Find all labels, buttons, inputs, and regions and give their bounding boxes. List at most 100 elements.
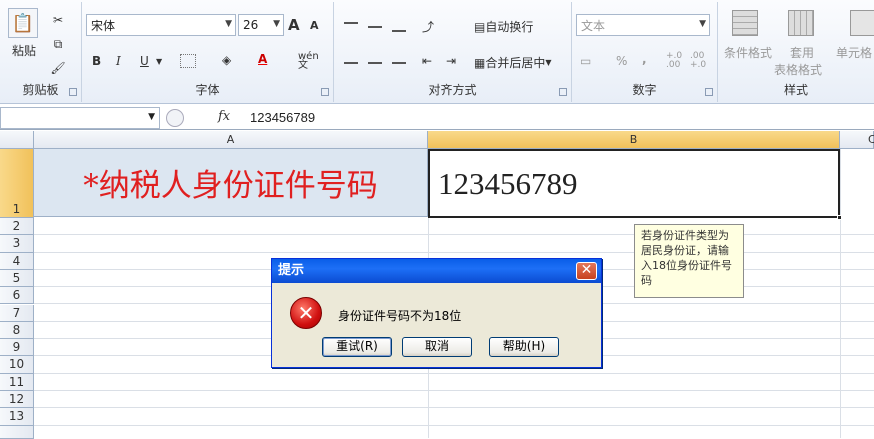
row-header-11[interactable]: 11 — [0, 373, 34, 391]
align-top-icon[interactable] — [344, 22, 358, 24]
column-gridline — [840, 149, 841, 438]
column-header-a[interactable]: A — [34, 131, 428, 149]
merge-center-button[interactable]: ▦ 合并后居中 ▼ — [474, 54, 552, 71]
cut-icon[interactable]: ✂ — [50, 12, 66, 28]
phonetic-button[interactable]: wén 文 — [298, 52, 319, 71]
conditional-format-button[interactable]: 条件格式 — [722, 44, 774, 61]
alignment-launcher-icon[interactable] — [559, 88, 567, 96]
help-button[interactable]: 帮助(H) — [489, 337, 559, 357]
number-format-value: 文本 — [581, 18, 606, 33]
paste-icon[interactable]: 📋 — [8, 8, 38, 38]
format-painter-icon[interactable]: 🖌 — [50, 60, 66, 76]
dialog-title: 提示 — [272, 259, 601, 283]
row-header-8[interactable]: 8 — [0, 321, 34, 340]
align-left-icon[interactable] — [344, 62, 358, 64]
increase-indent-icon[interactable]: ⇥ — [446, 54, 456, 68]
align-bottom-icon[interactable] — [392, 30, 406, 32]
row-header-7[interactable]: 7 — [0, 304, 34, 322]
row-header-9[interactable]: 9 — [0, 339, 34, 357]
wrap-text-icon: ▤ — [474, 19, 486, 34]
error-icon: ✕ — [290, 297, 322, 329]
font-launcher-icon[interactable] — [321, 88, 329, 96]
merge-icon: ▦ — [474, 55, 486, 70]
grow-font-button[interactable]: A — [288, 16, 300, 34]
dialog-message: 身份证件号码不为18位 — [338, 309, 462, 323]
currency-icon[interactable]: ▭ — [580, 54, 591, 68]
grid-row — [34, 391, 874, 409]
conditional-format-icon[interactable] — [732, 10, 758, 36]
formula-input[interactable]: 123456789 — [250, 110, 315, 125]
decrease-indent-icon[interactable]: ⇤ — [422, 54, 432, 68]
chevron-down-icon: ▼ — [699, 19, 706, 29]
align-middle-icon[interactable] — [368, 26, 382, 28]
styles-label: 样式 — [783, 83, 808, 97]
ribbon: 📋 粘贴 ✂ ⧉ 🖌 剪贴板 宋体 ▼ 26 ▼ A A B I U ▼ ◈ A w… — [0, 0, 874, 104]
shrink-font-button[interactable]: A — [310, 19, 319, 32]
grid-row — [34, 374, 874, 391]
name-box[interactable]: ▼ — [0, 107, 160, 129]
clipboard-launcher-icon[interactable] — [69, 88, 77, 96]
paste-button[interactable]: 粘贴 — [6, 42, 42, 59]
formula-bar-splitter-icon[interactable] — [166, 109, 184, 127]
increase-decimal-button[interactable]: +.0 .00 — [666, 52, 682, 70]
clipboard-group: 📋 粘贴 ✂ ⧉ 🖌 剪贴板 — [0, 2, 82, 102]
formula-bar: ▼ fx 123456789 — [0, 106, 874, 130]
borders-icon[interactable] — [180, 54, 196, 68]
orientation-icon[interactable]: ⤴ — [422, 18, 434, 35]
wrap-text-button[interactable]: ▤ 自动换行 — [474, 18, 533, 35]
row-header-1[interactable]: 1 — [0, 149, 34, 218]
cell-style-icon[interactable] — [850, 10, 874, 36]
font-name-value: 宋体 — [91, 18, 116, 33]
table-format-button-line2[interactable]: 表格格式 — [774, 61, 822, 78]
number-format-select[interactable]: 文本 ▼ — [576, 14, 710, 36]
column-header-c[interactable]: C — [840, 131, 874, 149]
grid-row — [34, 235, 874, 253]
underline-button[interactable]: U — [140, 54, 149, 68]
font-group: 宋体 ▼ 26 ▼ A A B I U ▼ ◈ A wén 文 字体 — [82, 2, 334, 102]
chevron-down-icon[interactable]: ▼ — [156, 57, 162, 66]
fill-color-icon[interactable]: ◈ — [222, 53, 231, 67]
italic-button[interactable]: I — [116, 54, 121, 68]
styles-group: 条件格式 套用 表格格式 单元格 样式 — [718, 2, 874, 102]
row-header-2[interactable]: 2 — [0, 218, 34, 236]
fill-handle[interactable] — [837, 215, 842, 220]
alignment-group: ⤴ ▤ 自动换行 ⇤ ⇥ ▦ 合并后居中 ▼ 对齐方式 — [334, 2, 572, 102]
retry-button[interactable]: 重试(R) — [322, 337, 392, 357]
select-all-corner[interactable] — [0, 131, 34, 149]
row-header-3[interactable]: 3 — [0, 235, 34, 253]
percent-button[interactable]: % — [616, 54, 627, 68]
table-format-icon[interactable] — [788, 10, 814, 36]
row-header-6[interactable]: 6 — [0, 287, 34, 305]
close-icon[interactable]: ✕ — [576, 262, 597, 280]
font-color-button[interactable]: A — [258, 52, 267, 66]
align-center-icon[interactable] — [368, 62, 382, 64]
font-size-select[interactable]: 26 ▼ — [238, 14, 284, 36]
row-header-4[interactable]: 4 — [0, 252, 34, 270]
chevron-down-icon: ▼ — [148, 112, 155, 122]
column-header-b[interactable]: B — [428, 131, 840, 149]
cancel-button[interactable]: 取消 — [402, 337, 472, 357]
grid-row — [34, 218, 874, 236]
copy-icon[interactable]: ⧉ — [50, 36, 66, 52]
font-name-select[interactable]: 宋体 ▼ — [86, 14, 236, 36]
cell-style-button[interactable]: 单元格 — [836, 44, 872, 61]
number-launcher-icon[interactable] — [705, 88, 713, 96]
row-header-14[interactable] — [0, 425, 34, 439]
alert-dialog: 提示 ✕ ✕ 身份证件号码不为18位 重试(R) 取消 帮助(H) — [271, 258, 602, 368]
decrease-decimal-button[interactable]: .00 +.0 — [690, 52, 706, 70]
row-header-12[interactable]: 12 — [0, 391, 34, 409]
cell-b1-active[interactable]: 123456789 — [428, 149, 840, 218]
table-format-button-line1[interactable]: 套用 — [790, 44, 814, 61]
cell-a1[interactable]: *纳税人身份证件号码 — [34, 149, 428, 217]
insert-function-button[interactable]: fx — [218, 109, 230, 124]
row-header-13[interactable]: 13 — [0, 408, 34, 426]
align-right-icon[interactable] — [392, 62, 406, 64]
row-header-10[interactable]: 10 — [0, 356, 34, 374]
chevron-down-icon: ▼ — [545, 58, 552, 67]
comma-button[interactable]: , — [642, 52, 647, 66]
font-label: 字体 — [195, 83, 220, 97]
chevron-down-icon: ▼ — [225, 19, 232, 29]
merge-center-label: 合并后居中 — [485, 56, 546, 70]
bold-button[interactable]: B — [92, 54, 101, 68]
row-header-5[interactable]: 5 — [0, 269, 34, 288]
